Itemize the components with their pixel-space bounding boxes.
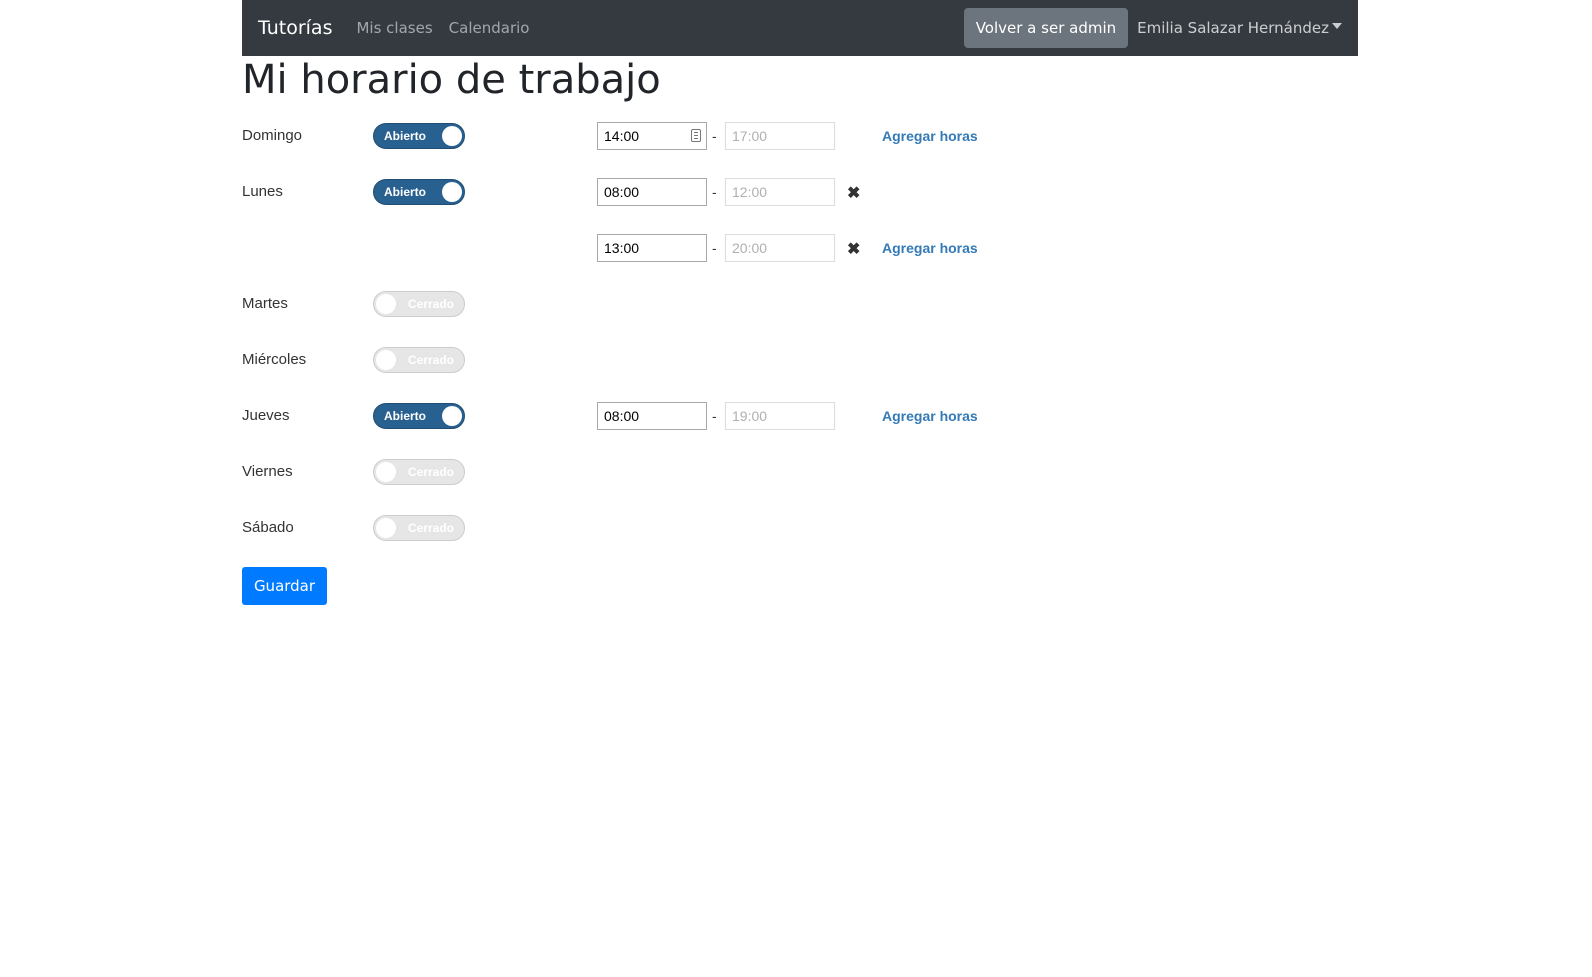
page-title: Mi horario de trabajo (242, 57, 661, 103)
end-time-input[interactable] (725, 122, 835, 150)
navbar: Tutorías Mis clases Calendario Volver a … (242, 0, 1358, 56)
time-range-dash: - (712, 184, 717, 200)
toggle-label: Abierto (384, 129, 426, 143)
back-to-admin-button[interactable]: Volver a ser admin (963, 8, 1129, 48)
toggle-label: Cerrado (407, 521, 454, 535)
day-toggle-5[interactable]: Cerrado (373, 459, 465, 485)
time-range-dash: - (712, 128, 717, 144)
toggle-knob (376, 462, 396, 482)
day-label-2: Martes (242, 295, 288, 312)
start-time-input[interactable] (597, 178, 707, 206)
chevron-down-icon (1332, 23, 1342, 29)
end-time-input[interactable] (725, 234, 835, 262)
toggle-knob (442, 126, 462, 146)
toggle-knob (442, 182, 462, 202)
day-toggle-3[interactable]: Cerrado (373, 347, 465, 373)
start-time-input[interactable] (597, 234, 707, 262)
toggle-label: Cerrado (407, 353, 454, 367)
end-time-input[interactable] (725, 402, 835, 430)
day-label-6: Sábado (242, 519, 294, 536)
toggle-label: Abierto (384, 409, 426, 423)
day-label-4: Jueves (242, 407, 290, 424)
day-toggle-0[interactable]: Abierto (373, 123, 465, 149)
time-range-dash: - (712, 408, 717, 424)
navbar-right: Volver a ser admin Emilia Salazar Hernán… (963, 8, 1342, 48)
toggle-knob (376, 518, 396, 538)
day-toggle-6[interactable]: Cerrado (373, 515, 465, 541)
user-name: Emilia Salazar Hernández (1137, 19, 1329, 37)
start-time-input[interactable] (597, 402, 707, 430)
end-time-input[interactable] (725, 178, 835, 206)
nav-link-calendario[interactable]: Calendario (449, 19, 530, 37)
toggle-label: Cerrado (407, 297, 454, 311)
toggle-knob (376, 294, 396, 314)
time-range-dash: - (712, 240, 717, 256)
brand-link[interactable]: Tutorías (258, 17, 332, 39)
day-label-5: Viernes (242, 463, 293, 480)
user-menu-dropdown[interactable]: Emilia Salazar Hernández (1137, 19, 1342, 37)
add-hours-link[interactable]: Agregar horas (882, 238, 978, 258)
nav-link-mis-clases[interactable]: Mis clases (356, 19, 432, 37)
save-button[interactable]: Guardar (242, 567, 327, 605)
day-label-0: Domingo (242, 127, 303, 144)
day-label-3: Miércoles (242, 351, 307, 368)
add-hours-link[interactable]: Agregar horas (882, 406, 978, 426)
day-toggle-4[interactable]: Abierto (373, 403, 465, 429)
day-label-1: Lunes (242, 183, 283, 200)
toggle-label: Abierto (384, 185, 426, 199)
toggle-label: Cerrado (407, 465, 454, 479)
toggle-knob (442, 406, 462, 426)
toggle-knob (376, 350, 396, 370)
close-icon[interactable]: ✖ (847, 239, 860, 261)
add-hours-link[interactable]: Agregar horas (882, 126, 978, 146)
close-icon[interactable]: ✖ (847, 183, 860, 205)
day-toggle-1[interactable]: Abierto (373, 179, 465, 205)
day-toggle-2[interactable]: Cerrado (373, 291, 465, 317)
calendar-icon[interactable] (691, 129, 701, 142)
